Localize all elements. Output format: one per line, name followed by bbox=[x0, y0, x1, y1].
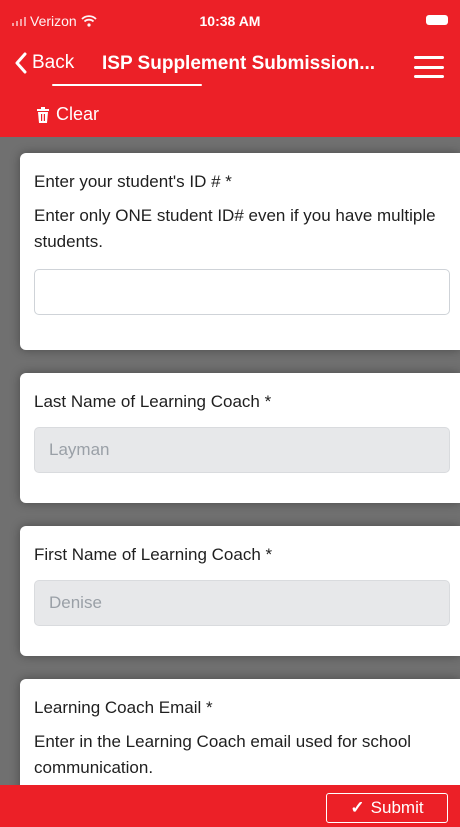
clear-button[interactable]: Clear bbox=[36, 104, 99, 125]
bottom-bar: ✓ Submit bbox=[0, 785, 460, 827]
hamburger-menu-icon[interactable] bbox=[414, 56, 444, 78]
first-name-card: First Name of Learning Coach * Denise bbox=[20, 526, 460, 656]
first-name-field[interactable]: Denise bbox=[34, 580, 450, 626]
app-header: Verizon 10:38 AM Back ISP Supplement Sub… bbox=[0, 0, 460, 137]
last-name-card: Last Name of Learning Coach * Layman bbox=[20, 373, 460, 503]
trash-icon bbox=[37, 106, 49, 123]
back-button[interactable]: Back bbox=[14, 52, 74, 74]
email-label: Learning Coach Email * bbox=[34, 698, 213, 717]
first-name-label: First Name of Learning Coach * bbox=[34, 545, 273, 564]
form-scroll-area[interactable]: Enter your student's ID # * Enter only O… bbox=[0, 137, 460, 785]
title-underline bbox=[52, 84, 202, 86]
status-bar: Verizon 10:38 AM bbox=[0, 0, 460, 44]
battery-icon bbox=[426, 15, 448, 25]
submit-button[interactable]: ✓ Submit bbox=[326, 793, 448, 823]
email-help: Enter in the Learning Coach email used f… bbox=[34, 732, 412, 777]
last-name-label: Last Name of Learning Coach * bbox=[34, 392, 272, 411]
back-label: Back bbox=[32, 52, 75, 73]
chevron-left-icon bbox=[15, 52, 27, 74]
student-id-card: Enter your student's ID # * Enter only O… bbox=[20, 153, 460, 350]
clear-label: Clear bbox=[56, 104, 100, 124]
student-id-input[interactable] bbox=[34, 269, 450, 315]
last-name-field[interactable]: Layman bbox=[34, 427, 450, 473]
email-card: Learning Coach Email * Enter in the Lear… bbox=[20, 679, 460, 785]
student-id-help: Enter only ONE student ID# even if you h… bbox=[34, 206, 436, 251]
status-time: 10:38 AM bbox=[199, 13, 261, 29]
nav-bar: Back ISP Supplement Submission... bbox=[0, 44, 460, 90]
submit-label: Submit bbox=[370, 798, 424, 817]
checkmark-icon: ✓ bbox=[350, 798, 365, 817]
page-title: ISP Supplement Submission... bbox=[102, 53, 376, 74]
student-id-label: Enter your student's ID # * bbox=[34, 172, 232, 191]
